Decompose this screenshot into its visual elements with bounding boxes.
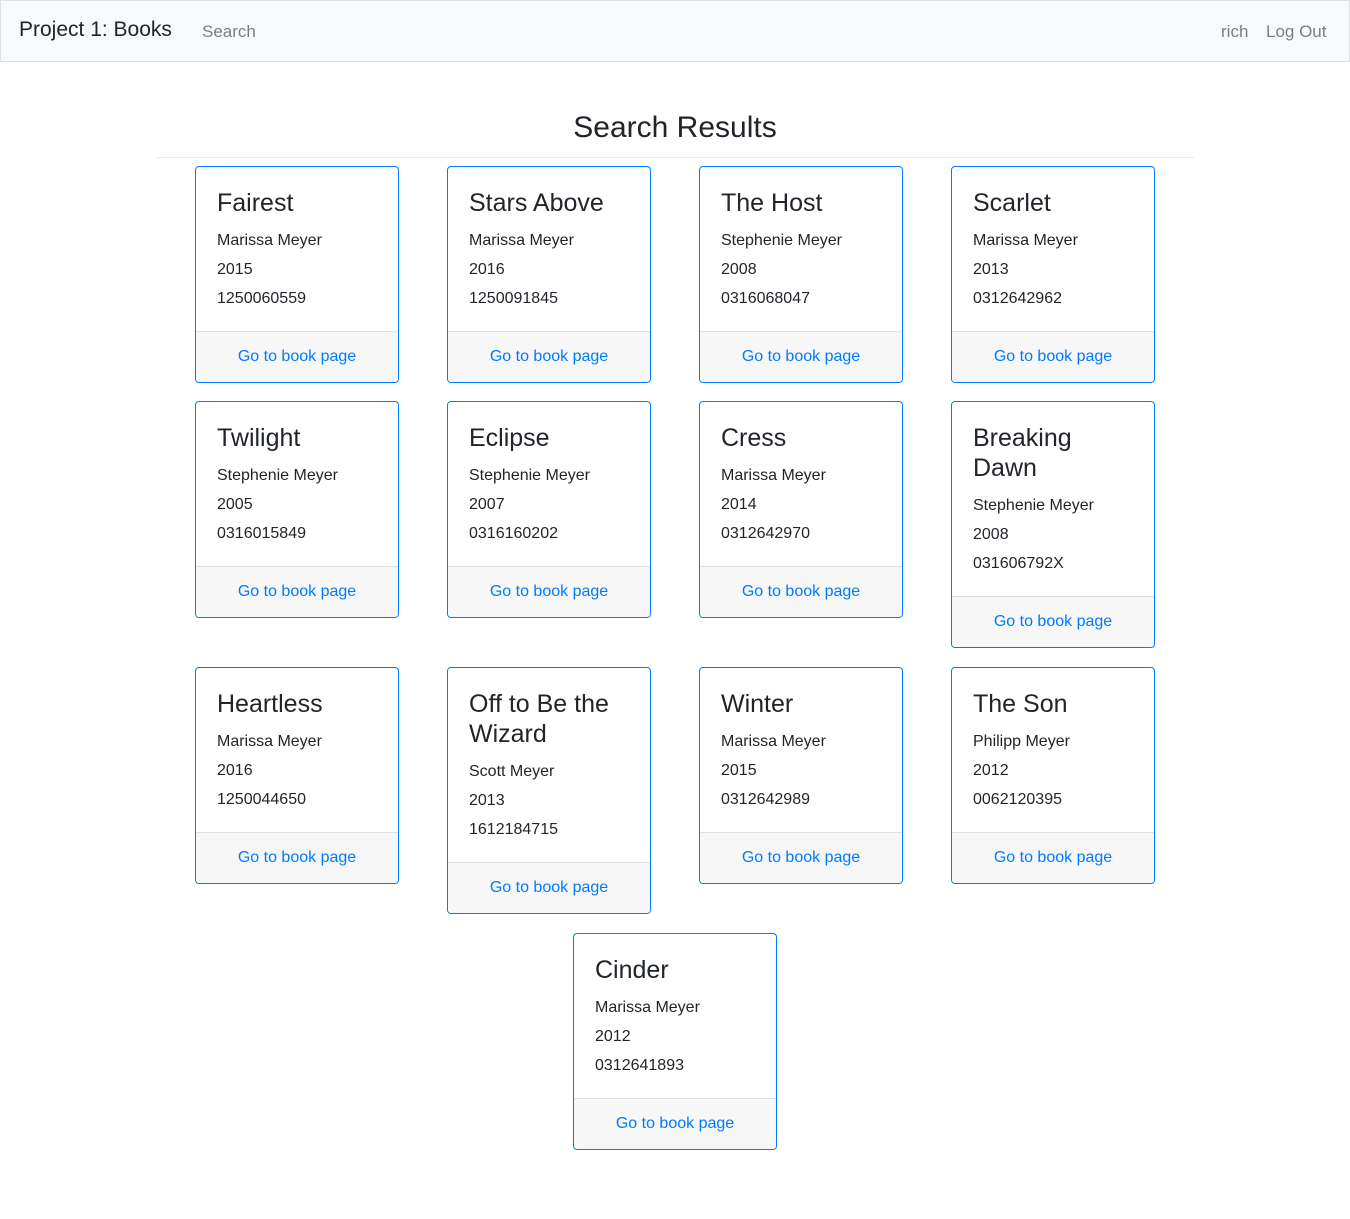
book-author: Philipp Meyer bbox=[973, 733, 1070, 750]
book-isbn: 0316160202 bbox=[469, 525, 558, 542]
book-author: Marissa Meyer bbox=[217, 232, 322, 249]
book-author: Marissa Meyer bbox=[721, 467, 826, 484]
card-footer: Go to book page bbox=[448, 331, 650, 382]
book-card: Fairest Marissa Meyer 2015 1250060559 Go… bbox=[195, 166, 399, 383]
book-year: 2008 bbox=[973, 526, 1009, 543]
book-author: Stephenie Meyer bbox=[973, 497, 1094, 514]
book-author: Marissa Meyer bbox=[217, 733, 322, 750]
book-year: 2012 bbox=[973, 762, 1009, 779]
book-author: Stephenie Meyer bbox=[217, 467, 338, 484]
go-to-book-page-link[interactable]: Go to book page bbox=[994, 849, 1112, 867]
card-footer: Go to book page bbox=[448, 862, 650, 913]
book-isbn: 0312642989 bbox=[721, 791, 810, 808]
book-title: Winter bbox=[721, 690, 794, 718]
book-isbn: 0316068047 bbox=[721, 290, 810, 307]
go-to-book-page-link[interactable]: Go to book page bbox=[238, 348, 356, 366]
book-author: Marissa Meyer bbox=[595, 999, 700, 1016]
go-to-book-page-link[interactable]: Go to book page bbox=[742, 348, 860, 366]
book-title: Heartless bbox=[217, 690, 323, 718]
go-to-book-page-link[interactable]: Go to book page bbox=[490, 583, 608, 601]
book-card: Heartless Marissa Meyer 2016 1250044650 … bbox=[195, 667, 399, 884]
book-title: Cress bbox=[721, 424, 787, 452]
book-year: 2007 bbox=[469, 496, 505, 513]
book-isbn: 0312642970 bbox=[721, 525, 810, 542]
book-card: The Son Philipp Meyer 2012 0062120395 Go… bbox=[951, 667, 1155, 884]
book-title: Off to Be the Wizard bbox=[469, 690, 609, 748]
book-year: 2014 bbox=[721, 496, 757, 513]
title-divider bbox=[156, 157, 1194, 158]
book-card: The Host Stephenie Meyer 2008 0316068047… bbox=[699, 166, 903, 383]
go-to-book-page-link[interactable]: Go to book page bbox=[490, 879, 608, 897]
book-title: Cinder bbox=[595, 956, 669, 984]
book-author: Marissa Meyer bbox=[973, 232, 1078, 249]
book-isbn: 1250044650 bbox=[217, 791, 306, 808]
go-to-book-page-link[interactable]: Go to book page bbox=[994, 348, 1112, 366]
go-to-book-page-link[interactable]: Go to book page bbox=[616, 1115, 734, 1133]
card-footer: Go to book page bbox=[448, 566, 650, 617]
book-author: Stephenie Meyer bbox=[469, 467, 590, 484]
book-isbn: 0312642962 bbox=[973, 290, 1062, 307]
nav-logout-link[interactable]: Log Out bbox=[1266, 22, 1327, 42]
book-title: Fairest bbox=[217, 189, 294, 217]
book-year: 2008 bbox=[721, 261, 757, 278]
navbar: Project 1: Books Search rich Log Out bbox=[0, 0, 1350, 62]
go-to-book-page-link[interactable]: Go to book page bbox=[490, 348, 608, 366]
book-card: Cress Marissa Meyer 2014 0312642970 Go t… bbox=[699, 401, 903, 618]
book-year: 2013 bbox=[469, 792, 505, 809]
book-title: The Host bbox=[721, 189, 823, 217]
book-card: Breaking Dawn Stephenie Meyer 2008 03160… bbox=[951, 401, 1155, 648]
book-year: 2015 bbox=[217, 261, 253, 278]
book-card: Off to Be the Wizard Scott Meyer 2013 16… bbox=[447, 667, 651, 914]
card-footer: Go to book page bbox=[700, 331, 902, 382]
card-footer: Go to book page bbox=[700, 832, 902, 883]
book-isbn: 1250091845 bbox=[469, 290, 558, 307]
book-title: Eclipse bbox=[469, 424, 550, 452]
go-to-book-page-link[interactable]: Go to book page bbox=[742, 849, 860, 867]
book-title: Scarlet bbox=[973, 189, 1051, 217]
card-footer: Go to book page bbox=[952, 596, 1154, 647]
card-footer: Go to book page bbox=[196, 566, 398, 617]
book-isbn: 0312641893 bbox=[595, 1057, 684, 1074]
book-card: Stars Above Marissa Meyer 2016 125009184… bbox=[447, 166, 651, 383]
book-title: Breaking Dawn bbox=[973, 424, 1072, 482]
book-year: 2015 bbox=[721, 762, 757, 779]
book-isbn: 1612184715 bbox=[469, 821, 558, 838]
go-to-book-page-link[interactable]: Go to book page bbox=[994, 613, 1112, 631]
book-title: Twilight bbox=[217, 424, 301, 452]
book-year: 2012 bbox=[595, 1028, 631, 1045]
book-isbn: 0062120395 bbox=[973, 791, 1062, 808]
book-author: Scott Meyer bbox=[469, 763, 555, 780]
card-footer: Go to book page bbox=[952, 331, 1154, 382]
book-author: Marissa Meyer bbox=[469, 232, 574, 249]
nav-username-link[interactable]: rich bbox=[1221, 22, 1248, 42]
card-footer: Go to book page bbox=[196, 832, 398, 883]
book-author: Marissa Meyer bbox=[721, 733, 826, 750]
book-isbn: 031606792X bbox=[973, 555, 1064, 572]
card-footer: Go to book page bbox=[196, 331, 398, 382]
book-isbn: 0316015849 bbox=[217, 525, 306, 542]
book-title: The Son bbox=[973, 690, 1068, 718]
go-to-book-page-link[interactable]: Go to book page bbox=[742, 583, 860, 601]
book-card: Scarlet Marissa Meyer 2013 0312642962 Go… bbox=[951, 166, 1155, 383]
brand-link[interactable]: Project 1: Books bbox=[19, 18, 172, 42]
page-title: Search Results bbox=[573, 111, 777, 144]
book-card: Winter Marissa Meyer 2015 0312642989 Go … bbox=[699, 667, 903, 884]
book-year: 2005 bbox=[217, 496, 253, 513]
nav-search-link[interactable]: Search bbox=[202, 22, 256, 42]
book-title: Stars Above bbox=[469, 189, 604, 217]
book-card: Eclipse Stephenie Meyer 2007 0316160202 … bbox=[447, 401, 651, 618]
book-author: Stephenie Meyer bbox=[721, 232, 842, 249]
card-footer: Go to book page bbox=[952, 832, 1154, 883]
card-footer: Go to book page bbox=[574, 1098, 776, 1149]
card-footer: Go to book page bbox=[700, 566, 902, 617]
go-to-book-page-link[interactable]: Go to book page bbox=[238, 849, 356, 867]
book-year: 2016 bbox=[469, 261, 505, 278]
book-card: Twilight Stephenie Meyer 2005 0316015849… bbox=[195, 401, 399, 618]
book-year: 2016 bbox=[217, 762, 253, 779]
book-isbn: 1250060559 bbox=[217, 290, 306, 307]
go-to-book-page-link[interactable]: Go to book page bbox=[238, 583, 356, 601]
book-card: Cinder Marissa Meyer 2012 0312641893 Go … bbox=[573, 933, 777, 1150]
book-year: 2013 bbox=[973, 261, 1009, 278]
